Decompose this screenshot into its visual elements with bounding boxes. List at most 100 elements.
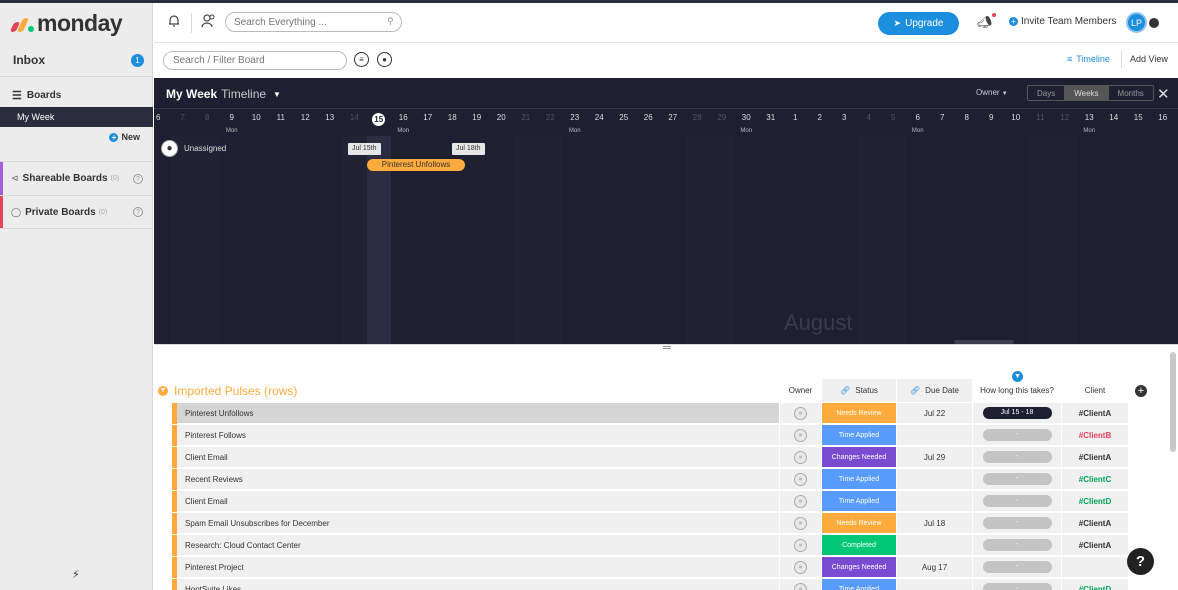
owner-cell[interactable]: ● — [780, 557, 821, 578]
row-name[interactable]: Pinterest Follows — [177, 425, 779, 446]
due-date-cell[interactable]: Jul 29 — [897, 447, 972, 468]
due-date-cell[interactable] — [897, 469, 972, 490]
add-view-button[interactable]: Add View — [1130, 54, 1168, 64]
due-date-cell[interactable]: Jul 18 — [897, 513, 972, 534]
timeline-cell[interactable]: - — [973, 557, 1061, 578]
bell-icon[interactable] — [167, 14, 181, 31]
table-row[interactable]: Client Email ● Time Applied - #ClientD — [172, 491, 1153, 512]
people-icon[interactable] — [201, 14, 216, 31]
search-everything-input[interactable] — [225, 12, 402, 32]
table-row[interactable]: Research: Cloud Contact Center ● Completed… — [172, 535, 1153, 556]
board-scrollbar[interactable] — [1170, 352, 1176, 452]
client-cell[interactable]: #ClientD — [1062, 579, 1128, 590]
scale-option-days[interactable]: Days — [1028, 86, 1066, 100]
status-cell[interactable]: Completed — [822, 535, 896, 556]
owner-cell[interactable]: ● — [780, 403, 821, 424]
row-name[interactable]: Pinterest Unfollows — [177, 403, 779, 424]
status-cell[interactable]: Time Applied — [822, 491, 896, 512]
timeline-cell[interactable]: - — [973, 513, 1061, 534]
sidebar-shareable-boards[interactable]: ⊲ Shareable Boards (0) ? — [0, 161, 153, 195]
bolt-icon[interactable]: ⚡︎ — [72, 568, 80, 581]
timeline-cell[interactable]: - — [973, 579, 1061, 590]
client-cell[interactable]: #ClientA — [1062, 447, 1128, 468]
sidebar-boards[interactable]: ☰ Boards — [0, 85, 153, 105]
chevron-down-icon[interactable]: ▼ — [158, 386, 168, 396]
filter-icon[interactable]: ≡ — [354, 52, 369, 67]
status-cell[interactable]: Time Applied — [822, 425, 896, 446]
panel-resize-handle[interactable] — [154, 344, 1178, 351]
table-row[interactable]: Pinterest Follows ● Time Applied - #ClientB — [172, 425, 1153, 446]
table-row[interactable]: HootSuite Likes ● Time Applied - #ClientD — [172, 579, 1153, 590]
client-cell[interactable]: #ClientB — [1062, 425, 1128, 446]
owner-cell[interactable]: ● — [780, 579, 821, 590]
avatar-menu-icon[interactable] — [1149, 18, 1159, 28]
status-cell[interactable]: Changes Needed — [822, 557, 896, 578]
due-date-cell[interactable] — [897, 491, 972, 512]
client-cell[interactable]: #ClientA — [1062, 513, 1128, 534]
row-name[interactable]: HootSuite Likes — [177, 579, 779, 590]
table-row[interactable]: Pinterest Unfollows ● Needs Review Jul 22 Ju… — [172, 403, 1153, 424]
column-header-how-long[interactable]: How long this takes? — [973, 379, 1061, 402]
owner-dropdown[interactable]: Owner ▼ — [976, 88, 1008, 97]
row-name[interactable]: Client Email — [177, 491, 779, 512]
column-menu-icon[interactable]: ▼ — [1012, 371, 1023, 382]
client-cell[interactable]: #ClientA — [1062, 535, 1128, 556]
client-cell[interactable]: #ClientA — [1062, 403, 1128, 424]
due-date-cell[interactable]: Jul 22 — [897, 403, 972, 424]
user-avatar[interactable]: LP — [1126, 12, 1147, 33]
person-filter-icon[interactable]: ● — [377, 52, 392, 67]
owner-cell[interactable]: ● — [780, 491, 821, 512]
sidebar-item-my-week[interactable]: My Week — [0, 107, 153, 127]
row-name[interactable]: Recent Reviews — [177, 469, 779, 490]
status-cell[interactable]: Changes Needed — [822, 447, 896, 468]
column-header-client[interactable]: Client — [1062, 379, 1128, 402]
column-header-owner[interactable]: Owner — [780, 379, 821, 402]
invite-team-button[interactable]: + Invite Team Members — [1009, 16, 1116, 27]
due-date-cell[interactable]: Aug 17 — [897, 557, 972, 578]
column-header-status[interactable]: 🔗︎ Status — [822, 379, 896, 402]
owner-cell[interactable]: ● — [780, 469, 821, 490]
help-circle-icon[interactable]: ? — [133, 207, 143, 217]
timeline-cell[interactable]: - — [973, 447, 1061, 468]
timeline-title[interactable]: My Week Timeline ▼ — [166, 87, 281, 101]
due-date-cell[interactable] — [897, 425, 972, 446]
timeline-item-bar[interactable]: Pinterest Unfollows — [367, 159, 465, 171]
owner-cell[interactable]: ● — [780, 513, 821, 534]
timeline-cell[interactable]: - — [973, 491, 1061, 512]
sidebar-private-boards[interactable]: ◯ Private Boards (0) ? — [0, 195, 153, 229]
add-column-button[interactable]: + — [1135, 385, 1147, 397]
due-date-cell[interactable] — [897, 535, 972, 556]
row-name[interactable]: Client Email — [177, 447, 779, 468]
scale-option-weeks[interactable]: Weeks — [1065, 86, 1109, 100]
row-name[interactable]: Research: Cloud Contact Center — [177, 535, 779, 556]
help-button[interactable]: ? — [1127, 548, 1154, 575]
table-row[interactable]: Recent Reviews ● Time Applied - #ClientC — [172, 469, 1153, 490]
timeline-cell[interactable]: Jul 15 - 18 — [973, 403, 1061, 424]
table-row[interactable]: Pinterest Project ● Changes Needed Aug 17- — [172, 557, 1153, 578]
group-title[interactable]: ▼ Imported Pulses (rows) — [158, 384, 297, 398]
monday-logo[interactable]: monday — [9, 9, 123, 37]
client-cell[interactable]: #ClientC — [1062, 469, 1128, 490]
column-header-due-date[interactable]: 🔗︎ Due Date — [897, 379, 972, 402]
timeline-cell[interactable]: - — [973, 425, 1061, 446]
help-circle-icon[interactable]: ? — [133, 173, 143, 184]
table-row[interactable]: Spam Email Unsubscribes for December ● Nee… — [172, 513, 1153, 534]
owner-cell[interactable]: ● — [780, 425, 821, 446]
timeline-cell[interactable]: - — [973, 469, 1061, 490]
filter-board-input[interactable] — [163, 51, 347, 70]
table-row[interactable]: Client Email ● Changes Needed Jul 29- #Clien… — [172, 447, 1153, 468]
sidebar-inbox[interactable]: Inbox 1 — [0, 43, 153, 77]
owner-cell[interactable]: ● — [780, 535, 821, 556]
tab-timeline[interactable]: ≡ Timeline — [1067, 54, 1110, 64]
megaphone-icon[interactable]: 📣︎ — [977, 15, 992, 29]
due-date-cell[interactable] — [897, 579, 972, 590]
new-board-button[interactable]: + New — [109, 132, 140, 142]
status-cell[interactable]: Time Applied — [822, 469, 896, 490]
owner-cell[interactable]: ● — [780, 447, 821, 468]
scale-option-months[interactable]: Months — [1109, 86, 1153, 100]
row-name[interactable]: Pinterest Project — [177, 557, 779, 578]
client-cell[interactable] — [1062, 557, 1128, 578]
status-cell[interactable]: Needs Review — [822, 513, 896, 534]
close-icon[interactable]: ✕ — [1157, 85, 1170, 103]
status-cell[interactable]: Needs Review — [822, 403, 896, 424]
